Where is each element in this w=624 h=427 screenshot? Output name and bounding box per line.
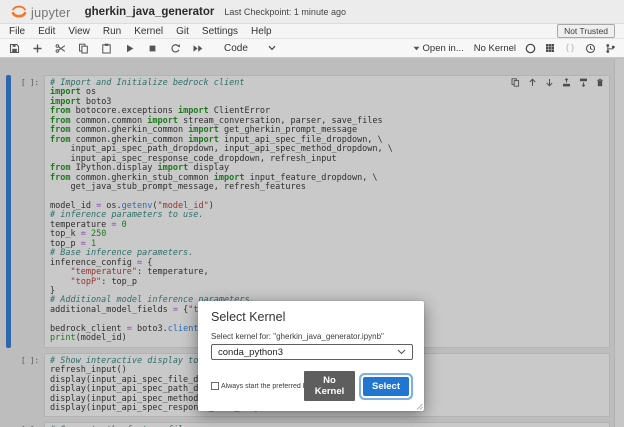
- no-kernel-button[interactable]: No Kernel: [304, 371, 355, 401]
- kernel-select-label: Select kernel for: "gherkin_java_generat…: [211, 332, 413, 341]
- scrollbar[interactable]: [614, 59, 624, 427]
- insert-cell-below-icon[interactable]: [579, 78, 588, 87]
- code-line: "topP": top_p: [50, 278, 605, 287]
- duplicate-cell-icon[interactable]: [511, 78, 520, 87]
- cut-cell-icon[interactable]: [54, 42, 66, 54]
- cell-prompt: [ ]:: [6, 422, 44, 427]
- kernel-dropdown-value: conda_python3: [218, 347, 283, 358]
- kernel-dropdown[interactable]: conda_python3: [211, 344, 413, 360]
- git-icon[interactable]: [604, 42, 616, 54]
- cell-editor[interactable]: # Generate the feature file.: [44, 422, 610, 427]
- restart-run-all-icon[interactable]: [192, 42, 204, 54]
- restart-kernel-icon[interactable]: [169, 42, 181, 54]
- chevron-down-icon: [268, 45, 276, 51]
- always-start-checkbox[interactable]: [211, 382, 219, 390]
- menu-item-edit[interactable]: Edit: [38, 26, 55, 37]
- menu-bar: File Edit View Run Kernel Git Settings Help Not…: [0, 24, 624, 39]
- notebook-title[interactable]: gherkin_java_generator: [85, 6, 215, 18]
- code-line: # inference parameters to use.: [50, 211, 605, 220]
- paste-cell-icon[interactable]: [100, 42, 112, 54]
- move-cell-up-icon[interactable]: [528, 78, 537, 87]
- cell-prompt: [ ]:: [6, 75, 44, 348]
- cell-type-value: Code: [224, 43, 248, 54]
- menu-item-file[interactable]: File: [9, 26, 25, 37]
- chevron-down-icon: [397, 349, 406, 355]
- insert-cell-above-icon[interactable]: [562, 78, 571, 87]
- cell-type-dropdown[interactable]: Code: [224, 43, 276, 54]
- checkpoint-status: Last Checkpoint: 1 minute ago: [224, 7, 346, 17]
- code-line: temperature = 0: [50, 221, 605, 230]
- kernel-name[interactable]: No Kernel: [474, 43, 516, 54]
- cell-toolbar: [511, 78, 604, 87]
- dialog-resize-handle[interactable]: [416, 403, 423, 410]
- run-cell-icon[interactable]: [123, 42, 135, 54]
- menu-item-settings[interactable]: Settings: [202, 26, 238, 37]
- menu-item-help[interactable]: Help: [251, 26, 272, 37]
- add-cell-icon[interactable]: [31, 42, 43, 54]
- menu-item-run[interactable]: Run: [103, 26, 121, 37]
- select-kernel-dialog: Select Kernel Select kernel for: "gherki…: [198, 301, 424, 411]
- open-in-dropdown[interactable]: Open in...: [413, 43, 464, 54]
- selected-cell-indicator: [6, 75, 11, 348]
- menu-item-kernel[interactable]: Kernel: [134, 26, 163, 37]
- code-line: get_java_stub_prompt_message, refresh_fe…: [50, 183, 605, 192]
- interrupt-kernel-icon[interactable]: [146, 42, 158, 54]
- trust-indicator-button[interactable]: Not Trusted: [557, 24, 615, 38]
- notebook-cell[interactable]: [ ]:# Generate the feature file.: [6, 422, 610, 427]
- move-cell-down-icon[interactable]: [545, 78, 554, 87]
- app-header: jupyter gherkin_java_generator Last Chec…: [0, 0, 624, 24]
- jupyter-logo: jupyter: [10, 4, 71, 20]
- dialog-title: Select Kernel: [211, 310, 413, 324]
- notebook-toolbar: Code Open in... No Kernel: [0, 39, 624, 58]
- grid-icon[interactable]: [544, 42, 556, 54]
- jupyter-logo-icon: [10, 4, 28, 19]
- open-in-label: Open in...: [423, 43, 464, 54]
- history-icon[interactable]: [584, 42, 596, 54]
- select-button[interactable]: Select: [363, 377, 409, 396]
- kernel-status-icon[interactable]: [524, 42, 536, 54]
- delete-cell-icon[interactable]: [596, 78, 604, 87]
- menu-item-git[interactable]: Git: [176, 26, 189, 37]
- chevron-down-icon: [413, 46, 420, 51]
- copy-cell-icon[interactable]: [77, 42, 89, 54]
- code-line: import os: [50, 88, 605, 97]
- code-brackets-icon[interactable]: [564, 42, 576, 54]
- always-start-label: Always start the preferred kernel: [221, 383, 304, 390]
- cell-prompt: [ ]:: [6, 353, 44, 418]
- code-line: top_k = 250: [50, 230, 605, 239]
- menu-item-view[interactable]: View: [68, 26, 90, 37]
- jupyter-logo-text: jupyter: [31, 4, 71, 20]
- save-icon[interactable]: [8, 42, 20, 54]
